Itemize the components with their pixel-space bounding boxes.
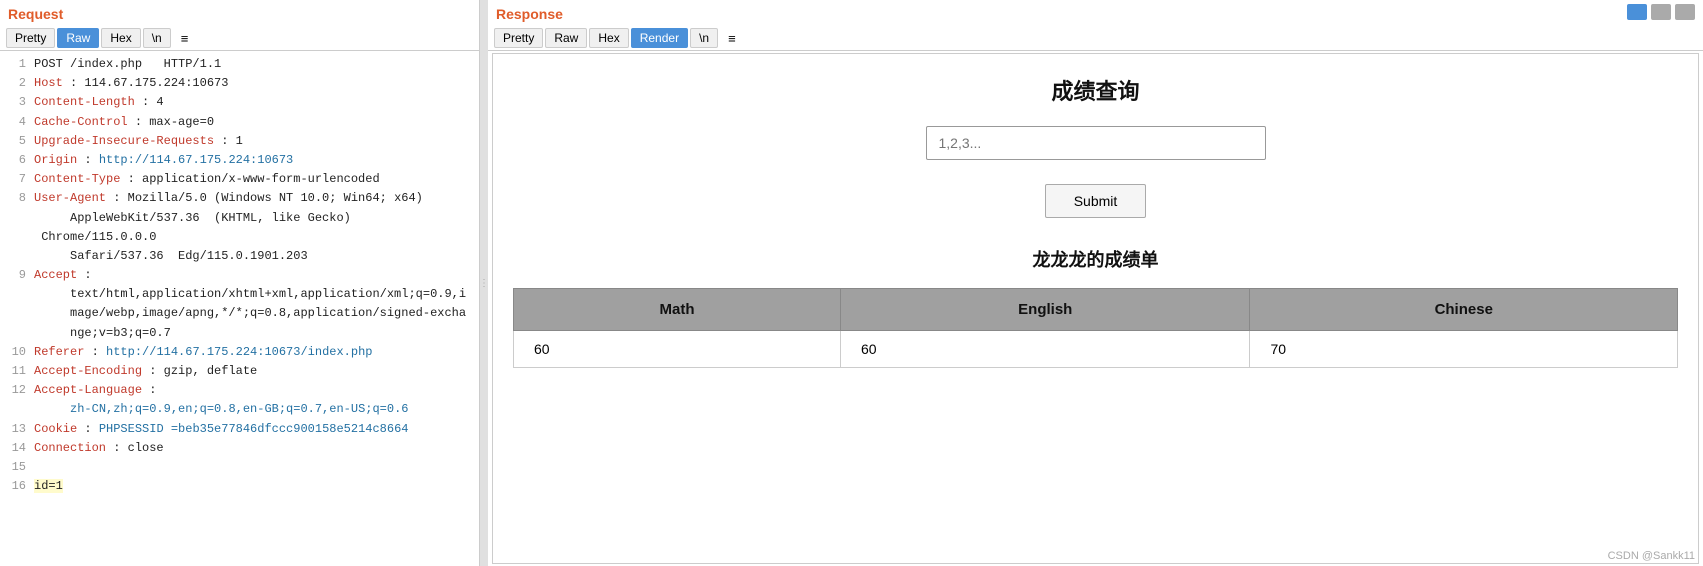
watermark: CSDN @Sankk11	[1608, 550, 1695, 562]
tab-pretty-res[interactable]: Pretty	[494, 28, 543, 48]
score-table: Math English Chinese 60 60 70	[513, 288, 1678, 368]
code-line: 1 POST /index.php HTTP/1.1	[6, 55, 473, 74]
id-input[interactable]	[926, 126, 1266, 160]
layout-icon-1[interactable]	[1627, 4, 1647, 20]
score-chinese: 70	[1250, 331, 1678, 368]
col-header-math: Math	[514, 289, 841, 331]
code-line: 8 User-Agent : Mozilla/5.0 (Windows NT 1…	[6, 189, 473, 266]
request-code-area: 1 POST /index.php HTTP/1.1 2 Host : 114.…	[0, 51, 479, 566]
top-right-icons	[1627, 4, 1695, 20]
tab-raw-req[interactable]: Raw	[57, 28, 99, 48]
tab-hex-res[interactable]: Hex	[589, 28, 628, 48]
code-line: 4 Cache-Control : max-age=0	[6, 113, 473, 132]
tab-menu-req[interactable]: ≡	[173, 29, 197, 48]
tab-menu-res[interactable]: ≡	[720, 29, 744, 48]
col-header-chinese: Chinese	[1250, 289, 1678, 331]
table-row: 60 60 70	[514, 331, 1678, 368]
result-title: 龙龙龙的成绩单	[1033, 246, 1159, 272]
request-panel: Request Pretty Raw Hex \n ≡ 1 POST /inde…	[0, 0, 480, 566]
code-line: 2 Host : 114.67.175.224:10673	[6, 74, 473, 93]
code-line: 15	[6, 458, 473, 477]
score-english: 60	[841, 331, 1250, 368]
request-tab-bar: Pretty Raw Hex \n ≡	[0, 26, 479, 51]
code-line: 13 Cookie : PHPSESSID =beb35e77846dfccc9…	[6, 420, 473, 439]
tab-hex-req[interactable]: Hex	[101, 28, 140, 48]
code-line: 6 Origin : http://114.67.175.224:10673	[6, 151, 473, 170]
code-line: 14 Connection : close	[6, 439, 473, 458]
col-header-english: English	[841, 289, 1250, 331]
layout-icon-2[interactable]	[1651, 4, 1671, 20]
code-line: 3 Content-Length : 4	[6, 93, 473, 112]
tab-render-res[interactable]: Render	[631, 28, 688, 48]
code-line: 9 Accept : text/html,application/xhtml+x…	[6, 266, 473, 343]
score-math: 60	[514, 331, 841, 368]
render-area: 成绩查询 Submit 龙龙龙的成绩单 Math English Chinese…	[492, 53, 1699, 564]
submit-button[interactable]: Submit	[1045, 184, 1147, 218]
tab-newline-res[interactable]: \n	[690, 28, 718, 48]
panel-divider[interactable]: ⋮	[480, 0, 488, 566]
response-tab-bar: Pretty Raw Hex Render \n ≡	[488, 26, 1703, 51]
code-line: 5 Upgrade-Insecure-Requests : 1	[6, 132, 473, 151]
response-panel: Response Pretty Raw Hex Render \n ≡ 成绩查询…	[488, 0, 1703, 566]
code-line: 10 Referer : http://114.67.175.224:10673…	[6, 343, 473, 362]
tab-pretty-req[interactable]: Pretty	[6, 28, 55, 48]
code-line: 11 Accept-Encoding : gzip, deflate	[6, 362, 473, 381]
tab-raw-res[interactable]: Raw	[545, 28, 587, 48]
tab-newline-req[interactable]: \n	[143, 28, 171, 48]
request-title: Request	[0, 0, 479, 26]
code-line: 12 Accept-Language : zh-CN,zh;q=0.9,en;q…	[6, 381, 473, 419]
code-line: 16 id=1	[6, 477, 473, 496]
page-title: 成绩查询	[1051, 74, 1139, 106]
layout-icon-3[interactable]	[1675, 4, 1695, 20]
response-title: Response	[488, 0, 1703, 26]
code-line: 7 Content-Type : application/x-www-form-…	[6, 170, 473, 189]
